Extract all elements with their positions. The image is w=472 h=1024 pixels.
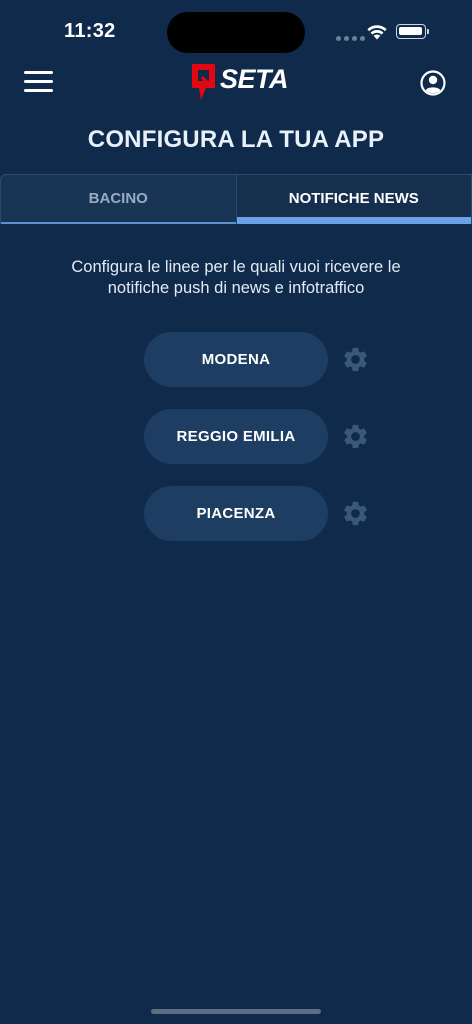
gear-icon[interactable] xyxy=(341,499,370,528)
battery-icon xyxy=(396,24,429,39)
area-button-reggio-emilia[interactable]: REGGIO EMILIA xyxy=(144,409,328,464)
seta-logo: SETA xyxy=(190,62,289,104)
status-bar: 11:32 xyxy=(0,0,472,60)
page-title: CONFIGURA LA TUA APP xyxy=(87,126,385,153)
home-indicator[interactable] xyxy=(151,1009,321,1014)
area-button-piacenza[interactable]: PIACENZA xyxy=(144,486,328,541)
area-row-reggio-emilia: REGGIO EMILIA xyxy=(144,409,384,464)
gear-icon[interactable] xyxy=(341,345,370,374)
description-text: Configura le linee per le quali vuoi ric… xyxy=(71,258,401,297)
app-header: SETA xyxy=(0,58,472,108)
tab-bar: BACINO NOTIFICHE NEWS xyxy=(0,174,472,224)
status-time: 11:32 xyxy=(64,20,116,42)
area-row-piacenza: PIACENZA xyxy=(144,486,384,541)
area-row-modena: MODENA xyxy=(144,332,384,387)
area-button-modena[interactable]: MODENA xyxy=(144,332,328,387)
logo-text: SETA xyxy=(220,64,289,94)
tab-notifiche-news[interactable]: NOTIFICHE NEWS xyxy=(235,174,472,224)
gear-icon[interactable] xyxy=(341,422,370,451)
wifi-icon xyxy=(367,25,387,40)
dynamic-island xyxy=(167,12,305,53)
hamburger-menu-icon[interactable] xyxy=(24,70,54,96)
user-profile-icon[interactable] xyxy=(420,70,446,96)
signal-dots-icon xyxy=(336,36,365,41)
tab-bacino[interactable]: BACINO xyxy=(0,174,236,224)
seta-logo-mark-icon xyxy=(192,64,215,100)
